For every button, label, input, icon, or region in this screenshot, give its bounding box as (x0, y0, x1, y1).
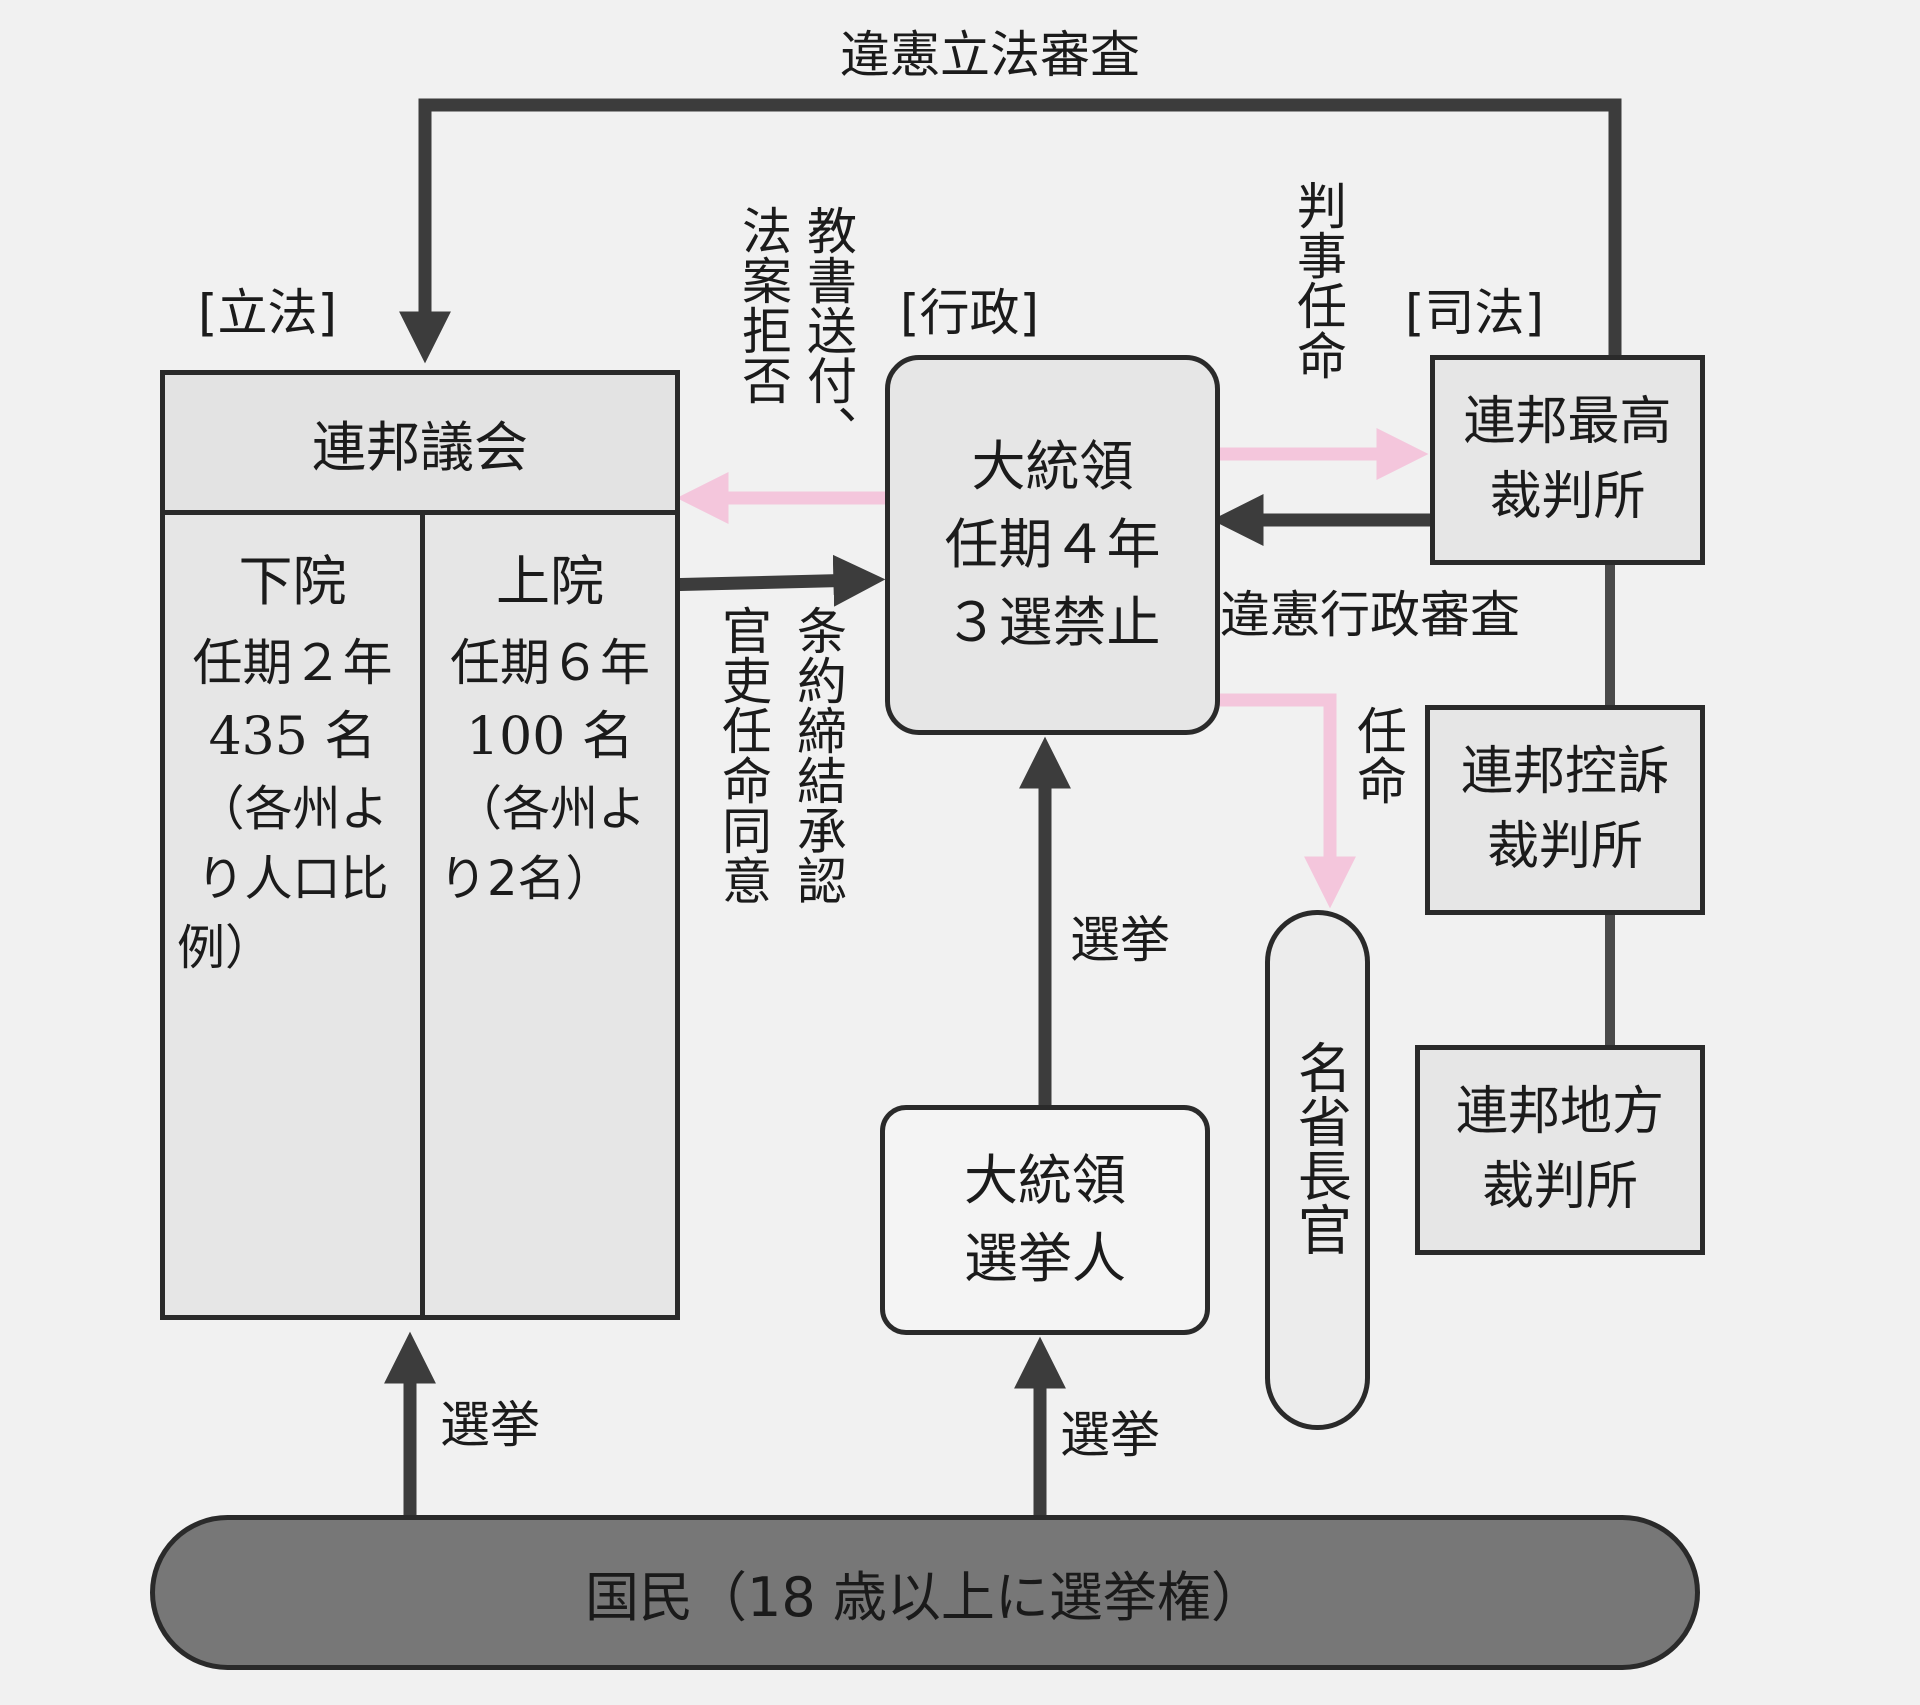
senate-column: 上院 任期６年 100 名 （各州よ り2名） (425, 543, 675, 914)
president-election-label: 選挙 (1070, 911, 1170, 969)
electors-line-1: 大統領 (964, 1148, 1126, 1212)
house-seats: 435 名 (208, 706, 377, 767)
senate-note-2: り2名） (439, 850, 614, 907)
diagram-root: 違憲立法審査 [立法] [行政] [司法] 連邦議会 下院 任期２年 435 名… (0, 0, 1920, 1705)
senate-to-president-arrow (659, 554, 886, 607)
supreme-court-line-2: 裁判所 (1489, 467, 1646, 527)
district-court-line-2: 裁判所 (1481, 1157, 1638, 1217)
supreme-court-box: 連邦最高 裁判所 (1430, 355, 1705, 565)
president-term: 任期４年 (944, 512, 1161, 576)
senate-seats: 100 名 (466, 706, 634, 767)
appeals-court-line-2: 裁判所 (1486, 817, 1643, 877)
appoint-label: 任命 (1349, 705, 1407, 805)
house-note-2: り人口比 (196, 850, 389, 907)
supreme-court-line-1: 連邦最高 (1463, 391, 1672, 452)
appeals-court-line-1: 連邦控訴 (1460, 741, 1669, 802)
senate-name: 上院 (496, 550, 604, 613)
district-court-line-1: 連邦地方 (1455, 1081, 1664, 1142)
judicial-branch-label: [司法] (1405, 284, 1545, 342)
house-note-1: （各州よ (196, 781, 389, 838)
people-label: 国民（18 歳以上に選挙権） (585, 1566, 1265, 1629)
exec-review-label: 違憲行政審査 (1220, 586, 1520, 644)
judge-appointment-label: 判事任命 (1289, 180, 1347, 380)
senate-term: 任期６年 (450, 634, 650, 693)
house-name: 下院 (238, 550, 347, 613)
secretaries-box: 名省長官 (1265, 910, 1370, 1430)
congress-header: 連邦議会 (165, 375, 675, 515)
president-box: 大統領 任期４年 ３選禁止 (885, 355, 1220, 735)
executive-branch-label: [行政] (900, 284, 1040, 342)
legislative-branch-label: [立法] (198, 284, 338, 342)
president-title: 大統領 (971, 434, 1134, 498)
appointment-consent-label: 官吏任命同意 (714, 605, 772, 905)
congress-box: 連邦議会 下院 任期２年 435 名 （各州よ り人口比 例） 上院 任期６年 … (160, 370, 680, 1320)
secretary-appointment-arrow (1215, 693, 1356, 909)
district-court-box: 連邦地方 裁判所 (1415, 1045, 1705, 1255)
president-limit: ３選禁止 (944, 591, 1161, 655)
congress-title: 連邦議会 (312, 416, 528, 479)
house-note-3: 例） (177, 920, 274, 977)
appeals-court-box: 連邦控訴 裁判所 (1425, 705, 1705, 915)
senate-note-1: （各州よ (453, 781, 646, 838)
judicial-review-label: 違憲立法審査 (840, 26, 1140, 84)
electors-election-label: 選挙 (1060, 1406, 1160, 1464)
veto-label: 法案拒否 (734, 205, 792, 405)
secretaries-label: 名省長官 (1288, 1040, 1352, 1256)
treaty-approval-label: 条約締結承認 (789, 605, 847, 905)
electors-line-2: 選挙人 (964, 1227, 1126, 1290)
electors-box: 大統領 選挙人 (880, 1105, 1210, 1335)
congress-election-label: 選挙 (440, 1396, 540, 1454)
house-term: 任期２年 (192, 634, 393, 693)
house-column: 下院 任期２年 435 名 （各州よ り人口比 例） (165, 543, 420, 984)
people-box: 国民（18 歳以上に選挙権） (150, 1515, 1700, 1670)
message-label: 教書送付、 (799, 205, 857, 455)
